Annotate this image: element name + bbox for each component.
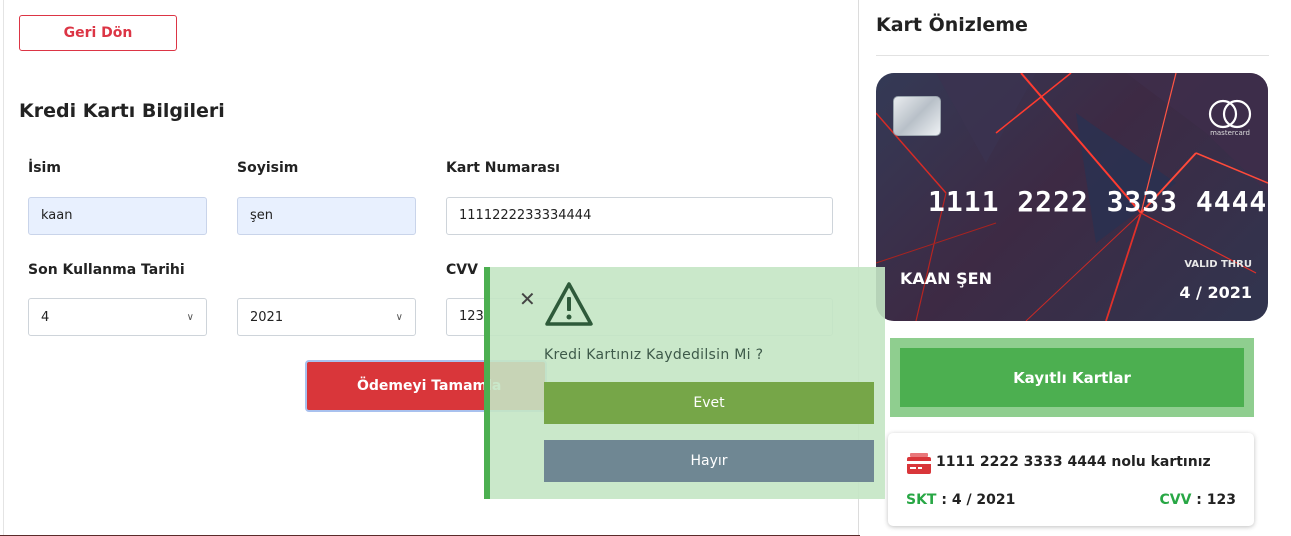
no-button[interactable]: Hayır — [544, 440, 874, 482]
chip-icon — [893, 96, 941, 136]
name-input[interactable]: kaan — [28, 197, 207, 235]
skt-label: SKT — [906, 492, 937, 508]
card-number-input[interactable]: 1111222233334444 — [446, 197, 833, 235]
saved-card-cvv: CVV : 123 — [1159, 492, 1236, 508]
preview-title: Kart Önizleme — [876, 14, 1028, 36]
card-number-label: Kart Numarası — [446, 160, 560, 176]
credit-card-icon — [907, 453, 931, 474]
card-preview: mastercard 1111 2222 3333 4444 KAAN ŞEN … — [876, 73, 1268, 321]
saved-cards-button[interactable]: Kayıtlı Kartlar — [900, 348, 1244, 407]
yes-button[interactable]: Evet — [544, 382, 874, 424]
saved-card-item[interactable]: 1111 2222 3333 4444 nolu kartınız SKT : … — [888, 433, 1254, 526]
skt-value: : 4 / 2021 — [941, 492, 1016, 508]
saved-card-text: 1111 2222 3333 4444 nolu kartınız — [936, 454, 1211, 470]
divider — [876, 55, 1269, 56]
save-card-dialog: ✕ Kredi Kartınız Kaydedilsin Mi ? Evet H… — [484, 267, 885, 499]
close-icon[interactable]: ✕ — [519, 287, 536, 311]
saved-cards-button-wrapper: Kayıtlı Kartlar — [890, 338, 1254, 417]
expiry-month-select[interactable]: 4 ∨ — [28, 298, 207, 336]
cvv-label: CVV — [446, 262, 478, 278]
expiry-year-select[interactable]: 2021 ∨ — [237, 298, 416, 336]
saved-card-expiry: SKT : 4 / 2021 — [906, 492, 1015, 508]
card-number-display: 1111 2222 3333 4444 — [928, 185, 1268, 218]
cvv-value: : 123 — [1196, 492, 1236, 508]
brand-label: mastercard — [1210, 129, 1250, 137]
expiry-label: Son Kullanma Tarihi — [28, 262, 185, 278]
chevron-down-icon: ∨ — [395, 311, 403, 323]
name-label: İsim — [28, 160, 61, 176]
expiry-month-value: 4 — [41, 309, 50, 325]
valid-thru-label: VALID THRU — [1184, 259, 1252, 270]
chevron-down-icon: ∨ — [186, 311, 194, 323]
valid-thru-value: 4 / 2021 — [1179, 283, 1252, 302]
surname-input[interactable]: şen — [237, 197, 416, 235]
card-holder-name: KAAN ŞEN — [900, 269, 992, 288]
expiry-year-value: 2021 — [250, 309, 284, 325]
dialog-message: Kredi Kartınız Kaydedilsin Mi ? — [544, 347, 764, 363]
back-button[interactable]: Geri Dön — [19, 15, 177, 51]
cvv-label: CVV — [1159, 492, 1192, 508]
form-title: Kredi Kartı Bilgileri — [19, 100, 225, 122]
warning-icon — [545, 282, 593, 326]
surname-label: Soyisim — [237, 160, 299, 176]
